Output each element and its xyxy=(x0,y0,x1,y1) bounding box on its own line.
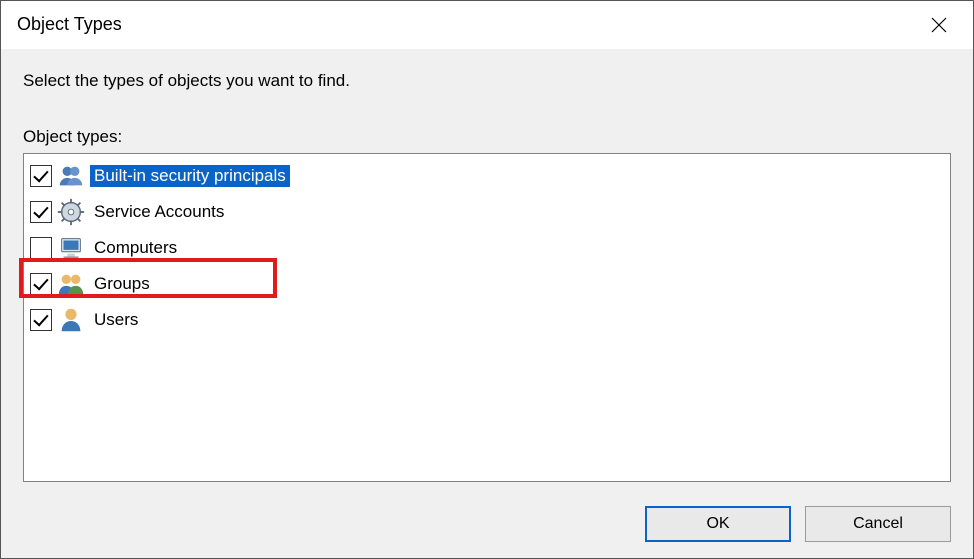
close-icon xyxy=(931,17,947,33)
object-types-dialog: Object Types Select the types of objects… xyxy=(0,0,974,559)
titlebar: Object Types xyxy=(1,1,973,49)
object-types-list[interactable]: Built-in security principals Service Acco… xyxy=(23,153,951,482)
user-icon xyxy=(56,305,86,335)
principals-icon xyxy=(56,161,86,191)
window-title: Object Types xyxy=(17,14,122,35)
item-label: Service Accounts xyxy=(90,201,228,223)
checkbox[interactable] xyxy=(30,201,52,223)
list-item[interactable]: Service Accounts xyxy=(24,194,950,230)
item-label: Groups xyxy=(90,273,154,295)
list-item[interactable]: Built-in security principals xyxy=(24,158,950,194)
checkbox[interactable] xyxy=(30,309,52,331)
instruction-text: Select the types of objects you want to … xyxy=(23,71,951,91)
ok-button[interactable]: OK xyxy=(645,506,791,542)
checkbox[interactable] xyxy=(30,165,52,187)
gear-icon xyxy=(56,197,86,227)
cancel-button[interactable]: Cancel xyxy=(805,506,951,542)
item-label: Users xyxy=(90,309,142,331)
close-button[interactable] xyxy=(919,5,959,45)
dialog-footer: OK Cancel xyxy=(23,506,951,542)
dialog-body: Select the types of objects you want to … xyxy=(1,49,973,558)
list-item[interactable]: Computers xyxy=(24,230,950,266)
group-icon xyxy=(56,269,86,299)
checkbox[interactable] xyxy=(30,273,52,295)
list-item[interactable]: Users xyxy=(24,302,950,338)
list-item[interactable]: Groups xyxy=(24,266,950,302)
item-label: Built-in security principals xyxy=(90,165,290,187)
list-label: Object types: xyxy=(23,127,951,147)
computer-icon xyxy=(56,233,86,263)
item-label: Computers xyxy=(90,237,181,259)
checkbox[interactable] xyxy=(30,237,52,259)
